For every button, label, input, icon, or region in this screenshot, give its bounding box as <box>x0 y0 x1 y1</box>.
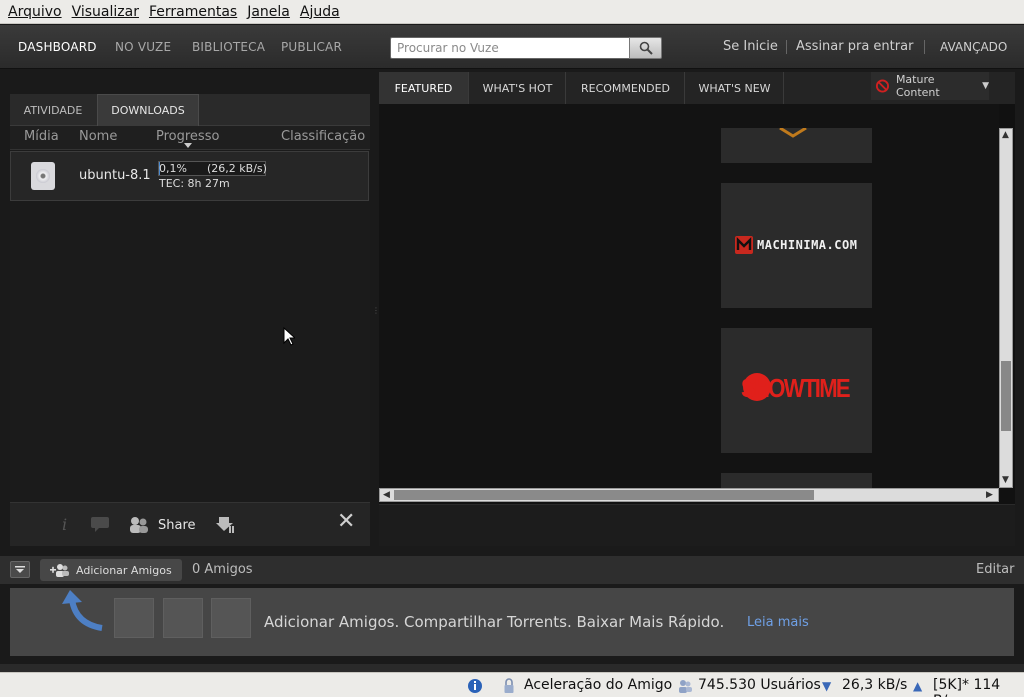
featured-footer <box>379 504 1015 546</box>
disc-image-icon <box>31 162 55 190</box>
top-navigation: DASHBOARD NO VUZE BIBLIOTECA PUBLICAR Se… <box>0 25 1024 69</box>
add-friends-icon <box>50 564 69 577</box>
time-remaining: TEC: 8h 27m <box>159 177 230 190</box>
menu-ferramentas[interactable]: Ferramentas <box>145 4 243 20</box>
download-speed[interactable]: 26,3 kB/s <box>842 677 907 693</box>
tab-recommended[interactable]: RECOMMENDED <box>567 72 685 104</box>
arrow-up-left-icon <box>62 590 103 631</box>
left-tabs: ATIVIDADE DOWNLOADS <box>10 94 370 126</box>
sign-in-link[interactable]: Se Inicie <box>723 39 778 54</box>
showtime-tile[interactable]: SHOWTIME <box>721 328 872 453</box>
content-tile[interactable] <box>721 473 872 488</box>
scroll-down-icon[interactable]: ▼ <box>1002 474 1009 486</box>
separator <box>786 40 787 54</box>
add-friends-button[interactable]: Adicionar Amigos <box>40 559 182 581</box>
menu-arquivo[interactable]: Arquivo <box>4 4 68 20</box>
chevron-down-icon: ▼ <box>982 81 989 91</box>
menu-bar: Arquivo Visualizar Ferramentas Janela Aj… <box>0 0 1024 24</box>
menu-visualizar[interactable]: Visualizar <box>68 4 145 20</box>
tab-featured[interactable]: FEATURED <box>379 72 469 104</box>
featured-panel: FEATURED WHAT'S HOT RECOMMENDED WHAT'S N… <box>379 72 1015 546</box>
column-nome[interactable]: Nome <box>79 129 117 144</box>
scroll-left-icon[interactable]: ◀ <box>383 489 390 501</box>
downloads-toolbar: i Share ✕ <box>10 502 370 546</box>
tab-dashboard[interactable]: DASHBOARD <box>18 40 97 54</box>
friends-promo-text: Adicionar Amigos. Compartilhar Torrents.… <box>264 613 725 631</box>
lock-icon <box>504 678 514 693</box>
upload-speed-icon: ▲ <box>913 679 923 693</box>
progress-percent: 0,1% <box>159 162 187 175</box>
splitter-handle[interactable]: ⋮ <box>372 306 380 315</box>
avatar <box>114 598 154 638</box>
scroll-thumb[interactable] <box>394 490 814 500</box>
separator <box>924 40 925 54</box>
download-queue-icon[interactable] <box>216 515 236 535</box>
friends-bar: Adicionar Amigos 0 Amigos Editar <box>0 556 1024 584</box>
tab-whats-new[interactable]: WHAT'S NEW <box>686 72 784 104</box>
users-icon <box>679 680 692 693</box>
comment-icon[interactable] <box>90 516 112 534</box>
column-midia[interactable]: Mídia <box>24 129 59 144</box>
tab-biblioteca[interactable]: BIBLIOTECA <box>192 40 265 54</box>
friends-count: 0 Amigos <box>192 562 253 577</box>
share-button[interactable]: Share <box>128 515 196 535</box>
tab-whats-hot[interactable]: WHAT'S HOT <box>470 72 566 104</box>
scroll-right-icon[interactable]: ▶ <box>986 489 993 501</box>
users-count: 745.530 Usuários <box>698 677 821 693</box>
search-icon <box>639 41 653 55</box>
scroll-thumb[interactable] <box>1001 361 1011 431</box>
info-icon[interactable]: i <box>62 515 67 534</box>
collapse-arrow-icon <box>15 565 25 573</box>
showtime-label: SHOWTIME <box>741 373 851 403</box>
sort-arrow-icon <box>184 143 192 148</box>
friends-promo-panel: Adicionar Amigos. Compartilhar Torrents.… <box>10 588 1014 656</box>
info-status-icon[interactable] <box>467 678 485 694</box>
horizontal-scrollbar[interactable]: ◀ ▶ <box>379 488 999 502</box>
status-bar: Aceleração do Amigo 745.530 Usuários ▼ 2… <box>0 672 1024 697</box>
upload-speed[interactable]: [5K]* 114 B/s <box>933 677 1024 697</box>
divider <box>0 664 1024 672</box>
tab-publicar[interactable]: PUBLICAR <box>281 40 342 54</box>
content-tile[interactable] <box>721 128 872 163</box>
scroll-up-icon[interactable]: ▲ <box>1002 129 1009 141</box>
chevron-logo-icon <box>779 128 807 138</box>
column-classificacao[interactable]: Classificação <box>281 129 365 144</box>
close-icon[interactable]: ✕ <box>337 511 355 533</box>
column-progresso[interactable]: Progresso <box>156 129 219 144</box>
tab-downloads[interactable]: DOWNLOADS <box>97 94 199 126</box>
table-row[interactable]: ubuntu-8.1 0,1% (26,2 kB/s) TEC: 8h 27m <box>10 151 369 201</box>
read-more-link[interactable]: Leia mais <box>747 615 809 630</box>
avatar <box>211 598 251 638</box>
downloads-panel: ATIVIDADE DOWNLOADS Mídia Nome Progresso… <box>10 94 370 546</box>
collapse-button[interactable] <box>10 561 30 578</box>
avatar <box>163 598 203 638</box>
edit-friends-link[interactable]: Editar <box>976 562 1015 577</box>
search-box <box>390 37 662 59</box>
menu-janela[interactable]: Janela <box>243 4 296 20</box>
machinima-label: MACHINIMA.COM <box>757 238 858 252</box>
featured-content: MACHINIMA.COM SHOWTIME <box>379 104 999 488</box>
tab-no-vuze[interactable]: NO VUZE <box>115 40 171 54</box>
mouse-cursor-icon <box>283 327 295 346</box>
subscribe-link[interactable]: Assinar pra entrar <box>796 39 913 54</box>
share-icon <box>130 517 148 533</box>
mature-content-filter[interactable]: Mature Content ▼ <box>871 72 989 100</box>
friend-boost-status[interactable]: Aceleração do Amigo <box>524 677 672 693</box>
no-entry-icon <box>875 79 890 93</box>
download-name: ubuntu-8.1 <box>79 168 151 183</box>
download-speed-icon: ▼ <box>822 679 832 693</box>
menu-ajuda[interactable]: Ajuda <box>296 4 346 20</box>
machinima-tile[interactable]: MACHINIMA.COM <box>721 183 872 308</box>
content-tabs: FEATURED WHAT'S HOT RECOMMENDED WHAT'S N… <box>379 72 1015 104</box>
machinima-logo-icon <box>735 236 753 254</box>
advanced-link[interactable]: AVANÇADO <box>940 40 1007 54</box>
tab-atividade[interactable]: ATIVIDADE <box>10 94 96 126</box>
search-input[interactable] <box>390 37 630 59</box>
vertical-scrollbar[interactable]: ▲ ▼ <box>999 128 1013 488</box>
search-button[interactable] <box>629 37 662 59</box>
download-rate: (26,2 kB/s) <box>207 162 267 175</box>
